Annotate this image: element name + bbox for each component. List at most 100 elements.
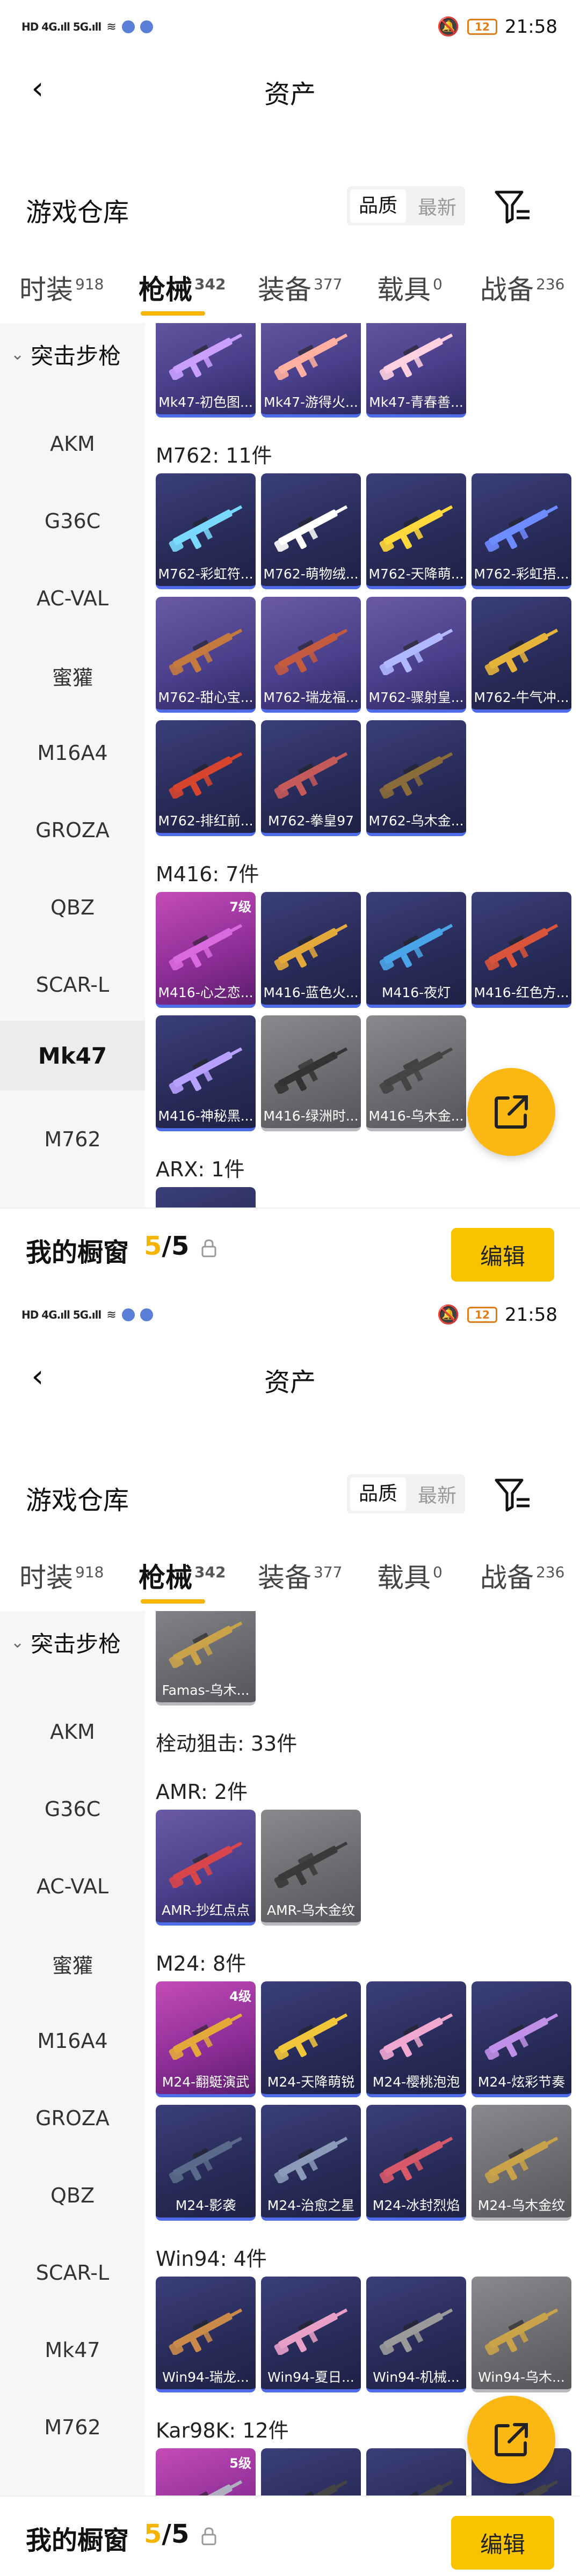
sort-quality-option[interactable]: 品质 bbox=[350, 189, 406, 223]
gun-image bbox=[169, 2136, 243, 2183]
weapon-skin-card[interactable]: M762-彩虹捂... bbox=[472, 473, 571, 589]
weapon-skin-card[interactable]: M416-夜灯 bbox=[366, 892, 466, 1008]
weapon-skin-card[interactable]: M24-影袭 bbox=[156, 2105, 256, 2221]
tab-guns[interactable]: 枪械 342 bbox=[139, 268, 226, 307]
share-button[interactable] bbox=[467, 2396, 555, 2484]
weapon-skin-card[interactable]: AMR-乌木金纹 bbox=[261, 1810, 361, 1926]
weapon-skin-card[interactable]: M762-拳皇97 bbox=[261, 720, 361, 836]
tab-supplies[interactable]: 战备 236 bbox=[480, 1556, 564, 1595]
sidebar-item-groza[interactable]: GROZA bbox=[0, 2083, 145, 2153]
sidebar-group-assault-rifles[interactable]: ⌄ 突击步枪 bbox=[11, 1626, 121, 1659]
weapon-skin-card[interactable]: Kar98K bbox=[261, 2448, 361, 2496]
weapon-skin-card[interactable]: ARX-像素花束 bbox=[156, 1187, 256, 1208]
sidebar-item-mk47[interactable]: Mk47 bbox=[0, 2315, 145, 2385]
gun-image bbox=[274, 2013, 348, 2060]
showcase-count: 5/5 bbox=[144, 2519, 190, 2549]
weapon-skin-card[interactable]: 7级 M416-心之恋... bbox=[156, 892, 256, 1008]
weapon-skin-card[interactable]: M24-炫彩节奏 bbox=[472, 1981, 571, 2097]
weapon-skin-card[interactable]: Famas-乌木... bbox=[156, 1611, 256, 1706]
weapon-skin-label: M416-夜灯 bbox=[381, 985, 451, 1000]
tab-equipment[interactable]: 装备 377 bbox=[258, 268, 342, 307]
weapon-skin-label: Mk47-青春善... bbox=[369, 394, 463, 410]
weapon-skin-label: M762-牛气冲... bbox=[474, 690, 569, 705]
gun-image bbox=[379, 924, 453, 970]
sidebar-item-m16a4[interactable]: M16A4 bbox=[0, 718, 145, 788]
weapon-skin-card[interactable]: M24-樱桃泡泡 bbox=[366, 1981, 466, 2097]
sidebar-item-g36c[interactable]: G36C bbox=[0, 486, 145, 556]
tab-fashion[interactable]: 时装 918 bbox=[19, 268, 104, 307]
weapon-skin-card[interactable]: M762-彩虹符... bbox=[156, 473, 256, 589]
sidebar-group-assault-rifles[interactable]: ⌄ 突击步枪 bbox=[11, 338, 121, 371]
sidebar-item-akm[interactable]: AKM bbox=[0, 1697, 145, 1767]
sidebar-item-ac-val[interactable]: AC-VAL bbox=[0, 1851, 145, 1921]
weapon-skin-card[interactable]: M24-治愈之星 bbox=[261, 2105, 361, 2221]
share-button[interactable] bbox=[467, 1068, 555, 1156]
chevron-down-icon: ⌄ bbox=[11, 345, 25, 364]
weapon-skin-card[interactable]: M762-牛气冲... bbox=[472, 597, 571, 713]
tab-guns[interactable]: 枪械 342 bbox=[139, 1556, 226, 1595]
weapon-skin-card[interactable]: M762-萌物绒... bbox=[261, 473, 361, 589]
sort-toggle[interactable]: 品质 最新 bbox=[347, 1474, 465, 1514]
sort-latest-option[interactable]: 最新 bbox=[409, 1480, 465, 1508]
sidebar-item-qbz[interactable]: QBZ bbox=[0, 2161, 145, 2230]
group-title: Win94: 4件 bbox=[156, 2247, 267, 2271]
weapon-skin-card[interactable]: Mk47-初色图... bbox=[156, 323, 256, 418]
weapon-skin-card[interactable]: M762-天降萌... bbox=[366, 473, 466, 589]
sidebar-item-scar-l[interactable]: SCAR-L bbox=[0, 2238, 145, 2308]
weapon-skin-label: M762-天降萌... bbox=[368, 566, 464, 582]
sidebar-item-mk47[interactable]: Mk47 bbox=[0, 1021, 145, 1091]
weapon-skin-card[interactable]: M416-乌木金... bbox=[366, 1015, 466, 1131]
weapon-skin-card[interactable]: M24-天降萌锐 bbox=[261, 1981, 361, 2097]
tab-fashion[interactable]: 时装 918 bbox=[19, 1556, 104, 1595]
weapon-skin-card[interactable]: 4级 M24-翻蜓演武 bbox=[156, 1981, 256, 2097]
tab-equipment[interactable]: 装备 377 bbox=[258, 1556, 342, 1595]
weapon-skin-card[interactable]: M762-甜心宝... bbox=[156, 597, 256, 713]
weapon-skin-card[interactable]: M762-乌木金... bbox=[366, 720, 466, 836]
weapon-skin-card[interactable]: M416-绿洲时... bbox=[261, 1015, 361, 1131]
weapon-skin-card[interactable]: Win94-乌木... bbox=[472, 2277, 571, 2392]
weapon-skin-card[interactable]: Mk47-游得火... bbox=[261, 323, 361, 418]
weapon-skin-card[interactable]: Win94-瑞龙... bbox=[156, 2277, 256, 2392]
weapon-skin-card[interactable]: M762-排红前... bbox=[156, 720, 256, 836]
sort-toggle[interactable]: 品质 最新 bbox=[347, 186, 465, 226]
weapon-skin-card[interactable]: 5级Kar98K bbox=[156, 2448, 256, 2496]
warehouse-title: 游戏仓库 bbox=[26, 1485, 129, 1516]
sort-quality-option[interactable]: 品质 bbox=[350, 1477, 406, 1511]
sidebar-item-ac-val[interactable]: AC-VAL bbox=[0, 564, 145, 633]
filter-icon[interactable] bbox=[494, 189, 532, 225]
sidebar-item-m16a4[interactable]: M16A4 bbox=[0, 2006, 145, 2076]
chevron-down-icon: ⌄ bbox=[11, 1633, 25, 1652]
weapon-skin-card[interactable]: M762-骤射皇... bbox=[366, 597, 466, 713]
edit-button[interactable]: 编辑 bbox=[451, 2516, 554, 2570]
weapon-skin-card[interactable]: M416-红色方... bbox=[472, 892, 571, 1008]
sidebar-item-m762[interactable]: M762 bbox=[0, 1104, 145, 1174]
sidebar-item-honey-badger[interactable]: 蜜獾 bbox=[0, 641, 145, 711]
sidebar-item-honey-badger[interactable]: 蜜獾 bbox=[0, 1929, 145, 1999]
tab-supplies[interactable]: 战备 236 bbox=[480, 268, 564, 307]
tab-vehicles[interactable]: 载具 0 bbox=[377, 268, 443, 307]
weapon-skin-card[interactable]: M24-乌木金纹 bbox=[472, 2105, 571, 2221]
sidebar-item-m762[interactable]: M762 bbox=[0, 2392, 145, 2462]
group-title: AMR: 2件 bbox=[156, 1780, 248, 1804]
gun-image bbox=[169, 924, 243, 970]
weapon-skin-card[interactable]: M416-神秘黑... bbox=[156, 1015, 256, 1131]
battery-icon: 12 bbox=[467, 19, 498, 35]
sidebar-item-g36c[interactable]: G36C bbox=[0, 1774, 145, 1844]
weapon-skin-card[interactable]: Mk47-青春善... bbox=[366, 323, 466, 418]
weapon-skin-card[interactable]: Win94-夏日... bbox=[261, 2277, 361, 2392]
weapon-skin-card[interactable]: AMR-抄红点点 bbox=[156, 1810, 256, 1926]
weapon-skin-card[interactable]: Kar98K bbox=[366, 2448, 466, 2496]
sidebar-item-qbz[interactable]: QBZ bbox=[0, 873, 145, 942]
weapon-skin-card[interactable]: M762-瑞龙福... bbox=[261, 597, 361, 713]
weapon-skin-card[interactable]: Win94-机械... bbox=[366, 2277, 466, 2392]
sidebar-item-groza[interactable]: GROZA bbox=[0, 795, 145, 865]
sidebar-item-scar-l[interactable]: SCAR-L bbox=[0, 950, 145, 1020]
sidebar-item-akm[interactable]: AKM bbox=[0, 409, 145, 479]
sort-latest-option[interactable]: 最新 bbox=[409, 192, 465, 220]
app-notification-icon bbox=[121, 1308, 135, 1321]
filter-icon[interactable] bbox=[494, 1477, 532, 1513]
tab-vehicles[interactable]: 载具 0 bbox=[377, 1556, 443, 1595]
weapon-skin-card[interactable]: M416-蓝色火... bbox=[261, 892, 361, 1008]
weapon-skin-card[interactable]: M24-冰封烈焰 bbox=[366, 2105, 466, 2221]
edit-button[interactable]: 编辑 bbox=[451, 1228, 554, 1282]
